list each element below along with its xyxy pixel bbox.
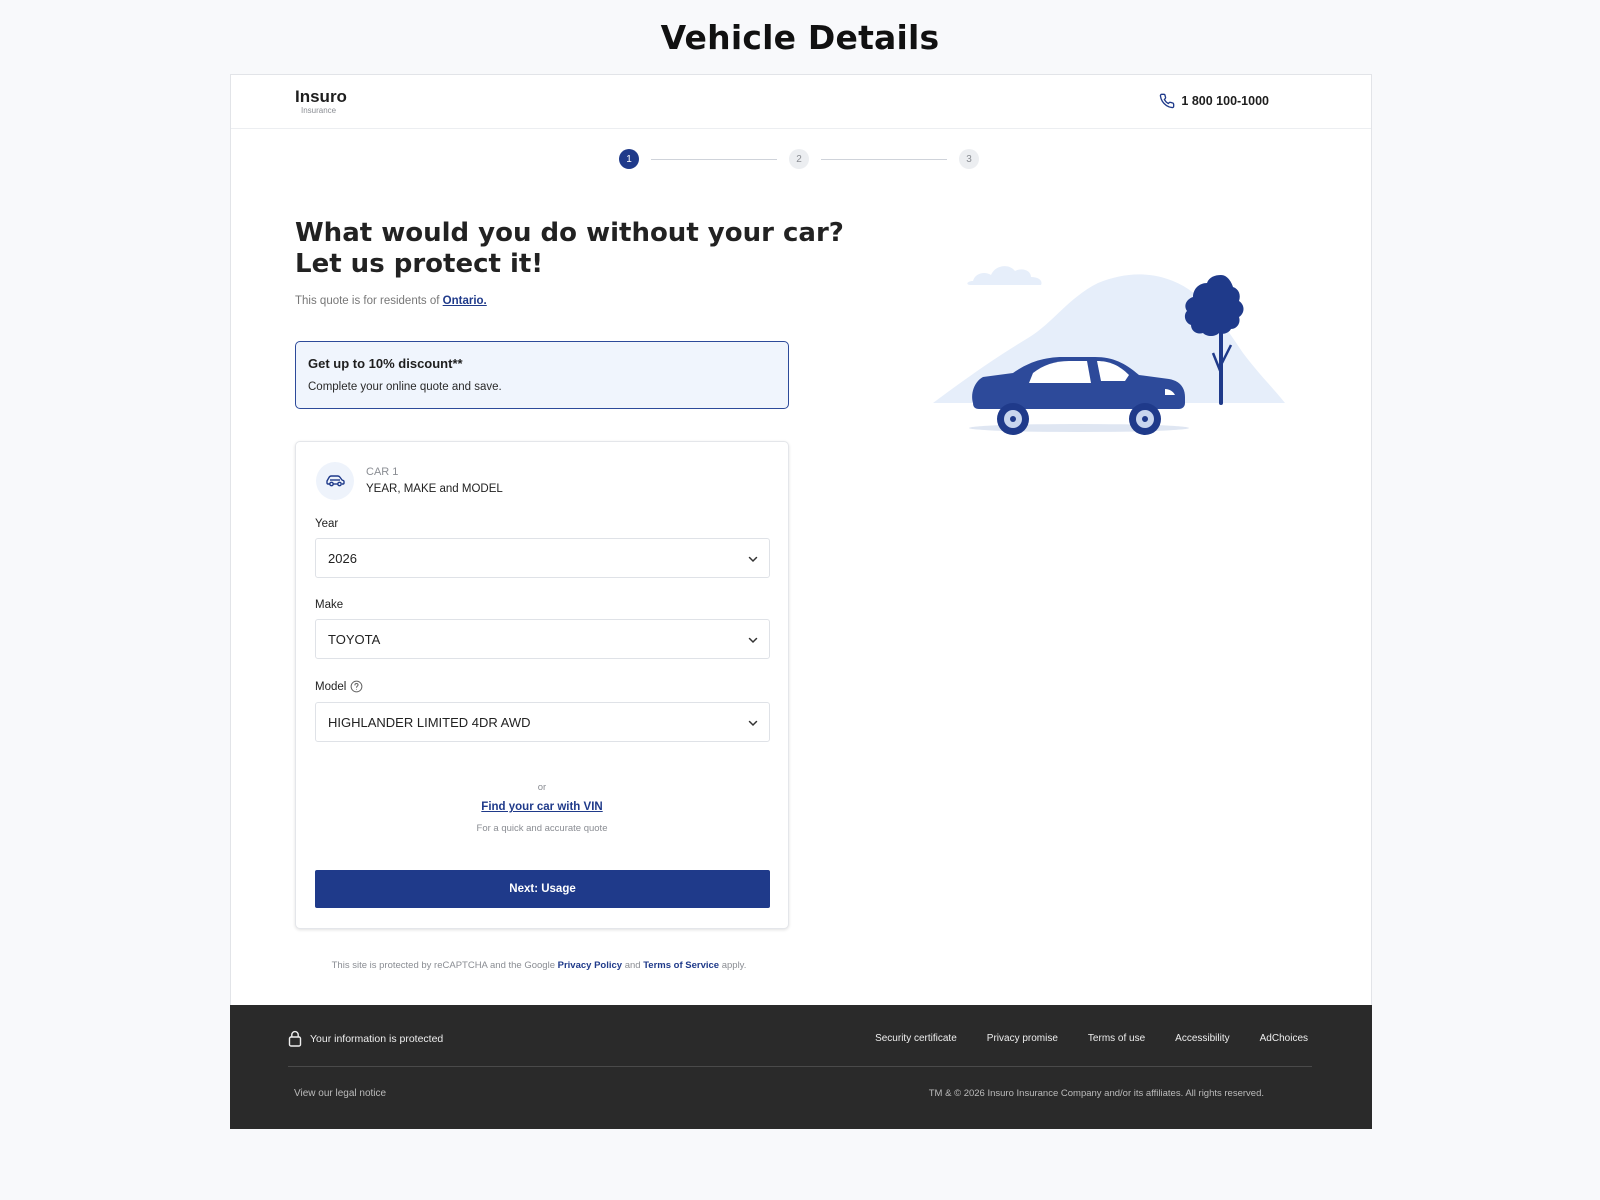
car-icon xyxy=(326,475,345,487)
car-section-title: YEAR, MAKE and MODEL xyxy=(366,483,503,495)
hero-heading-line1: What would you do without your car? xyxy=(295,218,844,248)
step-3: 3 xyxy=(959,149,979,169)
year-value: 2026 xyxy=(328,550,357,566)
phone-number: 1 800 100-1000 xyxy=(1181,94,1269,108)
logo-subtitle: Insurance xyxy=(301,106,337,115)
protected-text: Your information is protected xyxy=(310,1032,444,1045)
privacy-policy-link[interactable]: Privacy Policy xyxy=(558,960,622,971)
quote-form-frame: Insuro Insurance 1 800 100-1000 1 2 3 Wh… xyxy=(230,74,1372,1129)
footer-links: Security certificate Privacy promise Ter… xyxy=(875,1033,1308,1044)
chevron-down-icon xyxy=(748,556,758,563)
footer-link-security[interactable]: Security certificate xyxy=(875,1033,957,1044)
footer-divider xyxy=(288,1066,1312,1067)
residency-note: This quote is for residents of Ontario. xyxy=(295,295,487,307)
chevron-down-icon xyxy=(748,637,758,644)
discount-title: Get up to 10% discount** xyxy=(308,356,463,371)
chevron-down-icon xyxy=(748,720,758,727)
protected-notice: Your information is protected xyxy=(288,1030,443,1047)
or-divider-text: or xyxy=(537,782,547,793)
phone-link[interactable]: 1 800 100-1000 xyxy=(1159,93,1269,109)
year-select[interactable]: 2026 xyxy=(315,538,770,578)
footer-link-accessibility[interactable]: Accessibility xyxy=(1175,1033,1229,1044)
vin-hint: For a quick and accurate quote xyxy=(476,823,608,834)
year-label: Year xyxy=(315,518,339,530)
recaptcha-suffix: apply. xyxy=(721,960,747,971)
make-label: Make xyxy=(315,599,344,611)
province-link[interactable]: Ontario. xyxy=(443,295,487,307)
step-2: 2 xyxy=(789,149,809,169)
terms-of-service-link[interactable]: Terms of Service xyxy=(643,960,719,971)
lock-icon xyxy=(288,1030,302,1047)
page-title: Vehicle Details xyxy=(660,18,940,57)
model-select[interactable]: HIGHLANDER LIMITED 4DR AWD xyxy=(315,702,770,742)
cloud-shape xyxy=(967,266,1042,285)
car-number-label: CAR 1 xyxy=(366,466,399,478)
model-label-row: Model xyxy=(315,680,363,693)
site-footer: Your information is protected Security c… xyxy=(230,1005,1372,1129)
discount-banner: Get up to 10% discount** Complete your o… xyxy=(295,341,789,409)
help-icon[interactable] xyxy=(350,680,363,693)
footer-link-adchoices[interactable]: AdChoices xyxy=(1260,1033,1308,1044)
recaptcha-and: and xyxy=(624,960,641,971)
step-1: 1 xyxy=(619,149,639,169)
logo-name: Insuro xyxy=(295,87,347,106)
make-select[interactable]: TOYOTA xyxy=(315,619,770,659)
next-usage-button[interactable]: Next: Usage xyxy=(315,870,770,908)
legal-notice-link[interactable]: View our legal notice xyxy=(294,1088,386,1099)
car-illustration xyxy=(933,266,1285,435)
vehicle-card: CAR 1 YEAR, MAKE and MODEL Year 2026 Mak… xyxy=(295,441,789,929)
hero-heading: What would you do without your car? Let … xyxy=(295,218,844,280)
copyright-text: TM & © 2026 Insuro Insurance Company and… xyxy=(928,1088,1264,1099)
step-connector xyxy=(651,159,777,160)
model-label: Model xyxy=(315,680,347,693)
phone-icon xyxy=(1160,93,1175,109)
step-connector xyxy=(821,159,947,160)
hero-heading-line2: Let us protect it! xyxy=(295,249,544,279)
discount-text: Complete your online quote and save. xyxy=(308,381,502,393)
progress-stepper: 1 2 3 xyxy=(619,149,989,171)
recaptcha-notice: This site is protected by reCAPTCHA and … xyxy=(231,960,847,971)
brand-logo[interactable]: Insuro Insurance xyxy=(295,87,347,115)
car-icon-badge xyxy=(316,462,354,500)
footer-link-privacy[interactable]: Privacy promise xyxy=(987,1033,1058,1044)
recaptcha-prefix: This site is protected by reCAPTCHA and … xyxy=(331,960,555,971)
residency-prefix: This quote is for residents of xyxy=(295,295,440,307)
footer-link-terms[interactable]: Terms of use xyxy=(1088,1033,1145,1044)
find-by-vin-link[interactable]: Find your car with VIN xyxy=(296,801,788,813)
make-value: TOYOTA xyxy=(328,631,381,647)
site-header: Insuro Insurance 1 800 100-1000 xyxy=(231,75,1371,129)
model-value: HIGHLANDER LIMITED 4DR AWD xyxy=(328,714,531,730)
